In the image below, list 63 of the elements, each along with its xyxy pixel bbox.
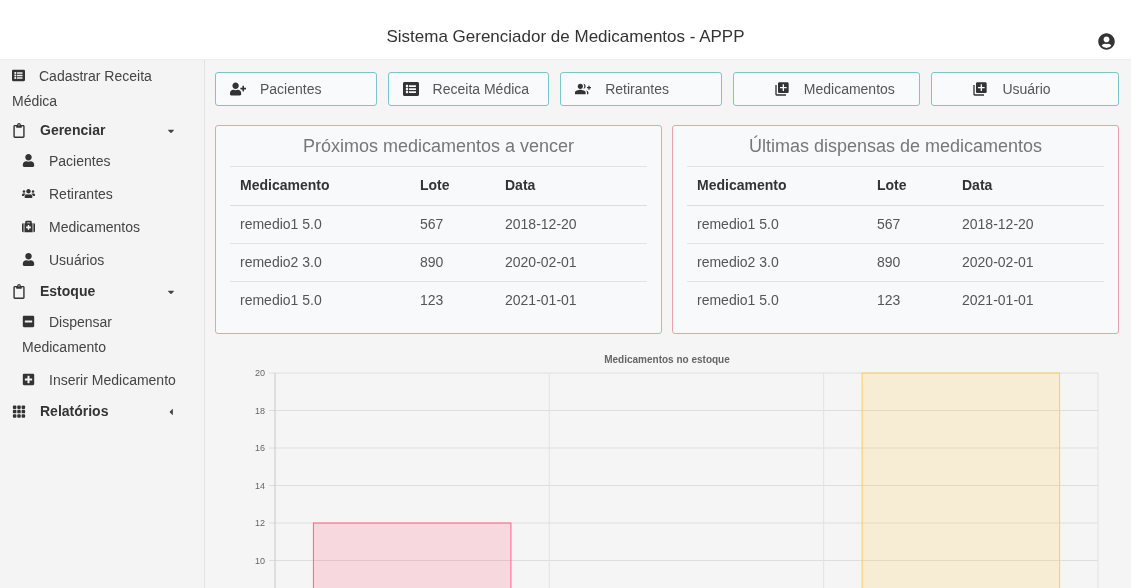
clipboard-icon: [12, 123, 26, 138]
add-library-icon: [773, 81, 790, 97]
shortcut-button[interactable]: Usuário: [931, 72, 1119, 106]
add-library-icon: [972, 81, 989, 97]
sidebar-item[interactable]: Pacientes: [12, 145, 194, 178]
chart-title: Medicamentos no estoque: [603, 353, 731, 367]
card-title: Próximos medicamentos a vencer: [230, 126, 647, 167]
table-cell: remedio1 5.0: [230, 281, 410, 319]
column-header: Lote: [867, 167, 952, 205]
table-cell: 2021-01-01: [495, 281, 647, 319]
sidebar-item[interactable]: Cadastrar Receita Médica: [12, 64, 194, 114]
tick-label: 10: [255, 555, 265, 566]
clipboard-icon: [12, 284, 26, 299]
sidebar-item[interactable]: Dispensar Medicamento: [12, 306, 194, 364]
table-cell: 890: [867, 243, 952, 281]
add-user-icon: [230, 81, 246, 97]
medkit-icon: [22, 220, 35, 233]
table-cell: remedio1 5.0: [687, 281, 867, 319]
column-header: Lote: [410, 167, 495, 205]
table-cell: 890: [410, 243, 495, 281]
table-cell: 2018-12-20: [495, 205, 647, 243]
column-header: Medicamento: [687, 167, 867, 205]
table-cell: remedio1 5.0: [230, 205, 410, 243]
column-header: Data: [495, 167, 647, 205]
shortcut-button[interactable]: Pacientes: [215, 72, 377, 106]
table-cell: 2018-12-20: [952, 205, 1104, 243]
table-cell: 123: [867, 281, 952, 319]
sidebar-item[interactable]: Inserir Medicamento: [12, 364, 194, 397]
sidebar-item[interactable]: Usuários: [12, 244, 194, 277]
column-header: Medicamento: [230, 167, 410, 205]
sidebar-group[interactable]: Gerenciar: [12, 116, 194, 145]
tick-label: 14: [255, 480, 265, 491]
app-title: Sistema Gerenciador de Medicamentos - APPP: [386, 25, 745, 48]
sidebar-group[interactable]: Estoque: [12, 277, 194, 306]
table-cell: 567: [867, 205, 952, 243]
table-cell: 2020-02-01: [952, 243, 1104, 281]
tick-label: 16: [255, 443, 265, 453]
table-cell: 123: [410, 281, 495, 319]
table-cell: 2021-01-01: [952, 281, 1104, 319]
tick-label: 20: [255, 368, 265, 378]
sidebar-item[interactable]: Retirantes: [12, 178, 194, 211]
shortcut-button[interactable]: Retirantes: [560, 72, 722, 106]
user-icon: [22, 253, 35, 266]
tick-label: 18: [255, 405, 265, 416]
tick-label: 12: [255, 518, 265, 528]
column-header: Data: [952, 167, 1104, 205]
list-icon: [402, 81, 419, 97]
sidebar-item[interactable]: Medicamentos: [12, 211, 194, 244]
grid-icon: [12, 404, 26, 419]
shortcut-button[interactable]: Medicamentos: [732, 72, 921, 106]
add-group-icon: [575, 81, 592, 97]
list-icon: [12, 69, 25, 82]
user-icon: [22, 154, 35, 167]
table-cell: remedio2 3.0: [230, 243, 410, 281]
table-cell: remedio2 3.0: [687, 243, 867, 281]
card-title: Últimas dispensas de medicamentos: [687, 126, 1104, 167]
users-icon: [22, 187, 35, 200]
table-cell: 2020-02-01: [495, 243, 647, 281]
table-cell: remedio1 5.0: [687, 205, 867, 243]
sidebar-group[interactable]: Relatórios: [12, 397, 194, 426]
account-icon[interactable]: [1098, 33, 1115, 50]
shortcut-button[interactable]: Receita Médica: [387, 72, 550, 106]
table-cell: 567: [410, 205, 495, 243]
